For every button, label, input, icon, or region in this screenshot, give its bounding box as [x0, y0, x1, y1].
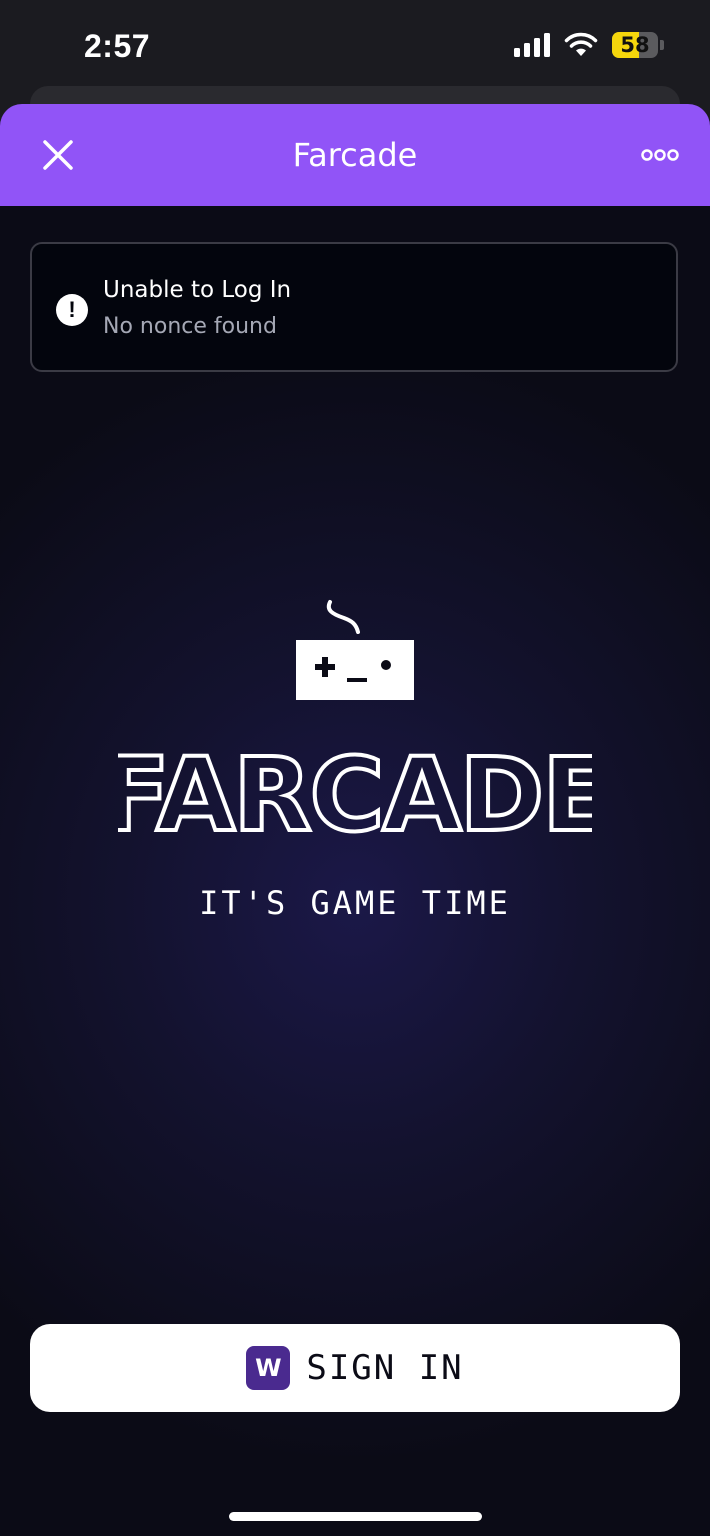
status-bar: 2:57 58 — [0, 0, 710, 90]
battery-label: 58 — [620, 33, 650, 57]
cellular-signal-icon — [514, 33, 550, 57]
status-indicators: 58 — [514, 32, 664, 58]
close-icon — [43, 140, 73, 170]
exclamation-circle-icon: ! — [56, 294, 88, 326]
close-button[interactable] — [38, 135, 78, 175]
home-indicator — [229, 1512, 482, 1521]
warpcast-logo-icon: W — [246, 1346, 291, 1390]
game-controller-icon — [296, 600, 414, 700]
toast-message: No nonce found — [103, 314, 277, 339]
wordmark-text: FARCADE — [118, 740, 592, 840]
battery-body: 58 — [612, 32, 658, 58]
toast-title: Unable to Log In — [103, 277, 292, 303]
error-toast: ! Unable to Log In No nonce found — [30, 242, 678, 372]
header-title: Farcade — [292, 136, 418, 174]
mini-app-sheet: Farcade ! Unable to Log In No nonce foun… — [0, 104, 710, 1536]
wifi-icon — [564, 32, 598, 56]
more-options-icon — [641, 149, 679, 161]
tagline: IT'S GAME TIME — [199, 884, 511, 922]
battery-icon: 58 — [612, 32, 664, 58]
screen: 2:57 58 Farcade ! Unable to Log In No no… — [0, 0, 710, 1536]
farcade-wordmark: FARCADE — [118, 740, 592, 840]
sign-in-button[interactable]: W SIGN IN — [30, 1324, 680, 1412]
battery-nub — [660, 40, 664, 50]
more-options-button[interactable] — [640, 140, 680, 170]
sheet-header: Farcade — [0, 104, 710, 206]
status-time: 2:57 — [84, 28, 151, 64]
sign-in-label: SIGN IN — [306, 1348, 464, 1388]
